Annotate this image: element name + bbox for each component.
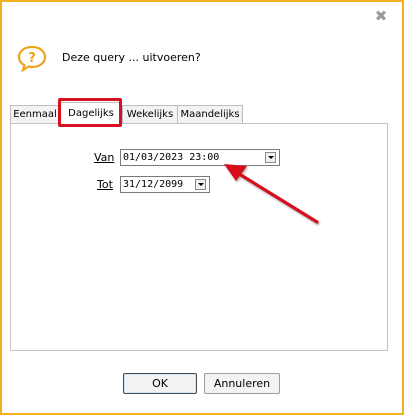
to-date-value: 31/12/2099 bbox=[123, 179, 184, 190]
question-icon: ? bbox=[17, 45, 47, 72]
to-dropdown-icon[interactable] bbox=[195, 179, 206, 190]
from-label: Van bbox=[94, 151, 115, 164]
tab-dagelijks[interactable]: Dagelijks bbox=[60, 102, 122, 126]
ok-button[interactable]: OK bbox=[123, 373, 197, 394]
tab-maandelijks[interactable]: Maandelijks bbox=[177, 105, 243, 124]
tab-eenmaal[interactable]: Eenmaal bbox=[10, 105, 60, 124]
question-text: Deze query ... uitvoeren? bbox=[62, 51, 201, 64]
from-datetime-value: 01/03/2023 23:00 bbox=[123, 152, 220, 163]
to-date-field[interactable]: 31/12/2099 bbox=[120, 176, 210, 193]
tab-wekelijks[interactable]: Wekelijks bbox=[122, 105, 178, 124]
to-label: Tot bbox=[97, 178, 113, 191]
from-dropdown-icon[interactable] bbox=[265, 152, 276, 163]
close-icon[interactable]: ✖ bbox=[374, 9, 388, 24]
cancel-button[interactable]: Annuleren bbox=[204, 373, 280, 394]
svg-text:?: ? bbox=[28, 51, 36, 66]
from-datetime-field[interactable]: 01/03/2023 23:00 bbox=[120, 149, 280, 166]
